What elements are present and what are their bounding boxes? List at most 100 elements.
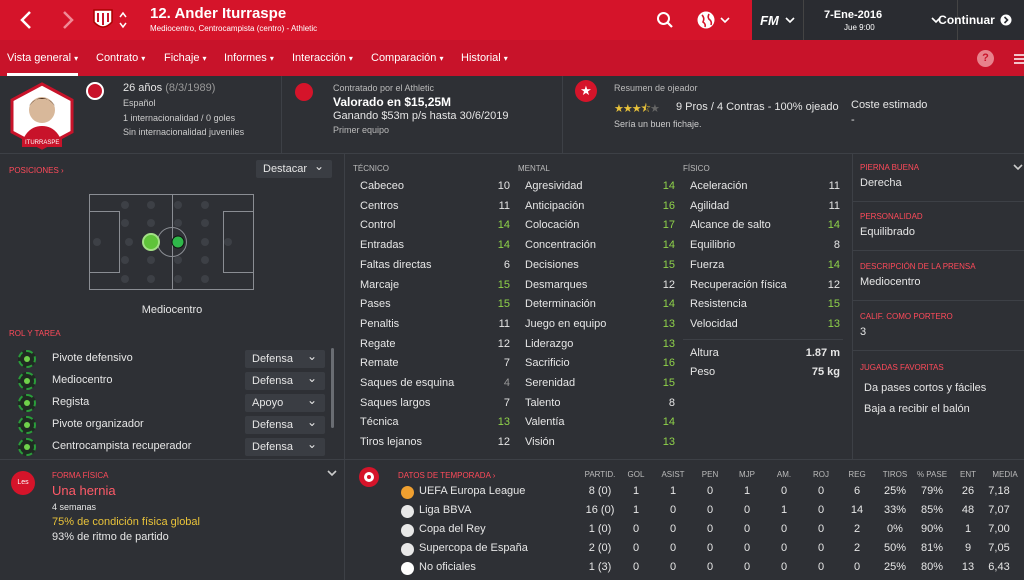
fm-menu-button[interactable]: FM [752,0,804,40]
club-badge-button[interactable] [90,0,130,40]
tab-transfer[interactable]: Fichaje ▾ [164,40,207,76]
competition-name[interactable]: Liga BBVA [419,504,471,516]
role-row[interactable]: Mediocentro Defensa [0,369,330,392]
tab-interaction[interactable]: Interacción ▾ [292,40,353,76]
attribute-name[interactable]: Control [360,219,395,231]
help-button[interactable]: ? [977,50,994,67]
tab-contract[interactable]: Contrato ▾ [96,40,145,76]
scout-title: Resumen de ojeador [614,83,698,93]
competition-name[interactable]: Supercopa de España [419,542,528,554]
player-portrait[interactable]: ITURRASPE [8,82,76,150]
role-row[interactable]: Pivote organizador Defensa [0,413,330,436]
attribute-name[interactable]: Velocidad [690,318,738,330]
search-button[interactable] [650,0,680,40]
attribute-name[interactable]: Remate [360,357,399,369]
chevron-down-icon: ▾ [269,54,274,63]
role-row[interactable]: Pivote defensivo Defensa [0,347,330,370]
attribute-value: 11 [828,180,840,192]
attribute-name[interactable]: Técnica [360,416,399,428]
attribute-name[interactable]: Concentración [525,239,596,251]
chevron-left-icon [20,11,31,29]
attribute-name[interactable]: Agilidad [690,200,729,212]
roles-scrollbar[interactable] [331,348,334,428]
continue-label-area[interactable]: Continuar [926,0,1024,40]
attribute-name[interactable]: Saques largos [360,397,430,409]
attribute-name[interactable]: Decisiones [525,259,579,271]
attribute-name[interactable]: Tiros lejanos [360,436,422,448]
tab-reports[interactable]: Informes ▾ [224,40,274,76]
attribute-name[interactable]: Saques de esquina [360,377,454,389]
player-name: 12. Ander Iturraspe [150,5,287,22]
attribute-name[interactable]: Cabeceo [360,180,404,192]
column-header[interactable]: MEDIA [983,470,1024,479]
continue-label: Continuar [938,13,995,27]
tab-comparison[interactable]: Comparación ▾ [371,40,444,76]
highlight-dropdown[interactable]: Destacar [256,157,332,178]
attribute-name[interactable]: Sacrificio [525,357,570,369]
role-name: Regista [52,396,90,408]
attribute-value: 15 [497,298,510,311]
attribute-name[interactable]: Desmarques [525,279,587,291]
attribute-name[interactable]: Recuperación física [690,279,787,291]
attribute-name[interactable]: Anticipación [525,200,584,212]
attribute-name[interactable]: Entradas [360,239,404,251]
attribute-name[interactable]: Penaltis [360,318,399,330]
season-stats-title[interactable]: DATOS DE TEMPORADA › [398,471,495,480]
attribute-name[interactable]: Centros [360,200,399,212]
divider [562,76,563,154]
competition-name[interactable]: UEFA Europa League [419,485,525,497]
player-nationality: Español [123,98,156,108]
contract-status: Primer equipo [333,125,390,135]
world-menu-button[interactable] [690,0,736,40]
globe-icon [697,11,715,29]
back-button[interactable] [8,0,44,40]
attribute-name[interactable]: Agresividad [525,180,582,192]
role-row[interactable]: Centrocampista recuperador Defensa [0,435,330,458]
tab-overview[interactable]: Vista general ▾ [7,40,79,76]
divider [852,300,1024,301]
attribute-name[interactable]: Valentía [525,416,565,428]
attribute-name[interactable]: Equilibrio [690,239,735,251]
attribute-name[interactable]: Regate [360,338,395,350]
attribute-value: 12 [662,278,675,291]
attribute-name[interactable]: Marcaje [360,279,399,291]
competition-name[interactable]: No oficiales [419,561,476,573]
attribute-name[interactable]: Juego en equipo [525,318,606,330]
role-suitability-icon [18,416,36,434]
competition-logo-icon [401,524,414,537]
attribute-name[interactable]: Fuerza [690,259,724,271]
duty-dropdown[interactable]: Defensa [245,413,325,434]
duty-dropdown[interactable]: Defensa [245,369,325,390]
mental-title: MENTAL [518,164,550,173]
chevron-down-icon [785,17,795,24]
divider [281,76,282,154]
attribute-name[interactable]: Faltas directas [360,259,432,271]
side-collapse-button[interactable] [1013,162,1023,174]
tab-history[interactable]: Historial ▾ [461,40,508,76]
duty-dropdown[interactable]: Apoyo [245,391,325,412]
competition-name[interactable]: Copa del Rey [419,523,486,535]
attribute-name[interactable]: Visión [525,436,555,448]
forward-button[interactable] [50,0,86,40]
duty-dropdown[interactable]: Defensa [245,347,325,368]
duty-dropdown[interactable]: Defensa [245,435,325,456]
attribute-name[interactable]: Serenidad [525,377,575,389]
positions-title[interactable]: POSICIONES › [9,166,64,175]
attribute-name[interactable]: Aceleración [690,180,747,192]
attribute-value: 12 [497,436,510,449]
player-subtitle: Mediocentro, Centrocampista (centro) - A… [150,24,318,33]
attribute-name[interactable]: Talento [525,397,560,409]
attribute-name[interactable]: Pases [360,298,391,310]
role-row[interactable]: Regista Apoyo [0,391,330,414]
attribute-name[interactable]: Determinación [525,298,596,310]
roles-panel: ROL Y TAREA Pivote defensivo Defensa Med… [0,322,344,462]
attribute-name[interactable]: Liderazgo [525,338,573,350]
table-cell: 7,18 [988,485,1010,497]
tab-menu-button[interactable] [1014,54,1024,67]
attribute-name[interactable]: Alcance de salto [690,219,771,231]
attribute-name[interactable]: Resistencia [690,298,747,310]
fitness-collapse-button[interactable] [327,468,337,480]
attribute-name[interactable]: Colocación [525,219,579,231]
divider [0,459,1024,460]
current-date: 7-Ene-2016 [824,8,883,21]
